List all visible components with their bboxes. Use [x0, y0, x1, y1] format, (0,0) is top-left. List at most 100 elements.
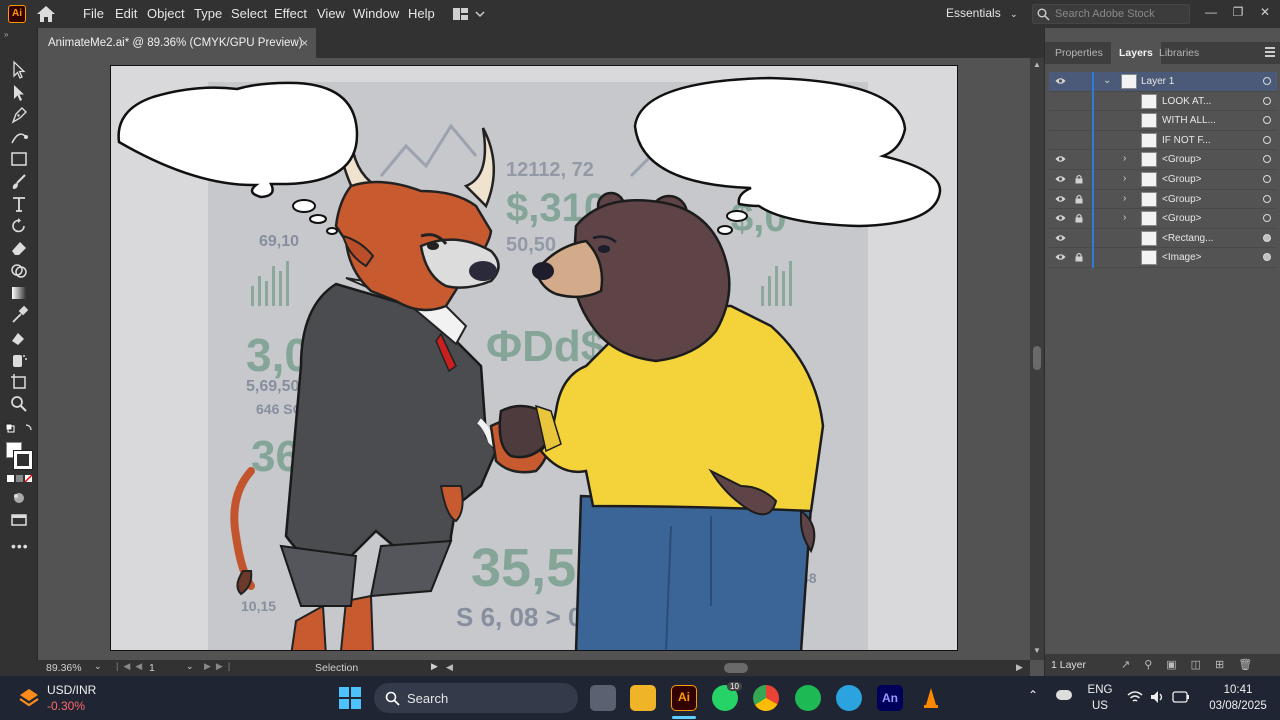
layer-row[interactable]: <Image> — [1049, 248, 1277, 268]
zoom-tool-icon[interactable] — [9, 394, 29, 414]
target-circle-icon[interactable] — [1263, 116, 1271, 125]
artboard-next-icons[interactable]: ▶▶| — [204, 661, 235, 672]
menu-file[interactable]: File — [83, 0, 104, 28]
pen-tool-icon[interactable] — [9, 105, 29, 125]
eraser-tool-icon[interactable] — [9, 238, 29, 258]
visibility-eye-icon[interactable] — [1055, 253, 1066, 261]
artwork[interactable]: 12112, 72 $,310 50,50 $,0 69,10 3,00 5,6… — [111, 66, 958, 651]
shape-builder-tool-icon[interactable] — [9, 261, 29, 281]
draw-mode-icon[interactable] — [9, 488, 29, 508]
gradient-tool-icon[interactable] — [9, 283, 29, 303]
menu-type[interactable]: Type — [194, 0, 222, 28]
document-tab[interactable]: AnimateMe2.ai* @ 89.36% (CMYK/GPU Previe… — [38, 28, 316, 58]
ticker-name[interactable]: USD/INR — [47, 683, 96, 697]
artboard-tool-icon[interactable] — [9, 372, 29, 392]
minimize-icon[interactable]: — — [1200, 3, 1222, 21]
visibility-eye-icon[interactable] — [1055, 155, 1066, 163]
live-paint-tool-icon[interactable] — [9, 327, 29, 347]
layer-name[interactable]: IF NOT F... — [1162, 131, 1211, 150]
lock-icon[interactable] — [1075, 194, 1083, 204]
target-circle-icon[interactable] — [1263, 77, 1271, 85]
restore-icon[interactable]: ❐ — [1227, 3, 1249, 21]
chevron-right-icon[interactable]: › — [1123, 153, 1133, 165]
target-circle-icon[interactable] — [1263, 175, 1271, 183]
telegram-icon[interactable] — [836, 685, 862, 711]
status-arrow-icon[interactable]: ▶ — [431, 661, 438, 672]
stock-search-input[interactable] — [1055, 7, 1185, 21]
target-circle-icon[interactable] — [1263, 214, 1271, 223]
layer-name[interactable]: <Rectang... — [1162, 229, 1213, 248]
menu-view[interactable]: View — [317, 0, 345, 28]
collapse-toolbar-icon[interactable]: » — [4, 30, 8, 39]
scroll-down-icon[interactable]: ▼ — [1033, 646, 1041, 655]
horizontal-scrollbar[interactable]: ◀ ▶ — [446, 662, 1023, 674]
menu-select[interactable]: Select — [231, 0, 267, 28]
default-swap-colors-icon[interactable] — [4, 420, 34, 440]
screen-mode-icon[interactable] — [9, 510, 29, 530]
visibility-eye-icon[interactable] — [1055, 175, 1066, 183]
scroll-up-icon[interactable]: ▲ — [1033, 60, 1041, 69]
artboard[interactable]: 12112, 72 $,310 50,50 $,0 69,10 3,00 5,6… — [110, 65, 958, 651]
target-circle-icon[interactable] — [1263, 194, 1271, 203]
layer-row[interactable]: <Rectang... — [1049, 228, 1277, 249]
layer-row[interactable]: WITH ALL... — [1049, 111, 1277, 131]
target-circle-icon[interactable] — [1263, 253, 1271, 262]
rotate-tool-icon[interactable] — [9, 216, 29, 236]
scroll-right-icon[interactable]: ▶ — [1016, 662, 1023, 673]
visibility-eye-icon[interactable] — [1055, 195, 1066, 203]
layer-row[interactable]: IF NOT F... — [1049, 130, 1277, 151]
vertical-scroll-thumb[interactable] — [1033, 346, 1041, 370]
lock-icon[interactable] — [1075, 252, 1083, 262]
layer-name[interactable]: <Group> — [1162, 170, 1201, 189]
layer-row-parent[interactable]: ⌄ Layer 1 — [1049, 72, 1277, 92]
target-circle-icon[interactable] — [1263, 155, 1271, 164]
chevron-right-icon[interactable]: › — [1123, 212, 1133, 224]
workspace-switcher[interactable]: Essentials ⌄ — [946, 0, 1018, 28]
layer-name[interactable]: <Group> — [1162, 190, 1201, 209]
layer-row[interactable]: › <Group> — [1049, 209, 1277, 229]
chrome-icon[interactable] — [753, 685, 779, 711]
target-circle-icon[interactable] — [1263, 135, 1271, 144]
more-tools-icon[interactable]: ••• — [11, 538, 29, 554]
file-explorer-icon[interactable] — [630, 685, 656, 711]
color-mode-icons[interactable] — [6, 473, 32, 485]
tray-chevron-up-icon[interactable]: ⌃ — [1028, 688, 1038, 702]
taskbar-search[interactable] — [374, 683, 578, 713]
tab-close-icon[interactable]: × — [301, 28, 308, 58]
layer-row[interactable]: › <Group> — [1049, 189, 1277, 210]
chevron-down-icon[interactable]: ⌄ — [1103, 75, 1113, 87]
artboard-number[interactable]: 1 — [149, 662, 155, 674]
layer-name[interactable]: LOOK AT... — [1162, 92, 1211, 111]
curvature-tool-icon[interactable] — [9, 127, 29, 147]
zoom-level[interactable]: 89.36% — [46, 662, 82, 674]
visibility-eye-icon[interactable] — [1055, 234, 1066, 242]
menu-edit[interactable]: Edit — [115, 0, 137, 28]
taskbar-search-input[interactable] — [407, 689, 557, 707]
onedrive-icon[interactable] — [1056, 690, 1072, 700]
artboard-nav-icons[interactable]: |◀◀ — [116, 661, 147, 672]
eyedropper-tool-icon[interactable] — [9, 305, 29, 325]
layer-row[interactable]: LOOK AT... — [1049, 91, 1277, 112]
paintbrush-tool-icon[interactable] — [9, 172, 29, 192]
panel-menu-icon[interactable] — [1265, 47, 1275, 57]
stroke-swatch[interactable] — [13, 450, 33, 470]
adobe-stock-search[interactable] — [1032, 4, 1190, 24]
direct-selection-tool-icon[interactable] — [9, 83, 29, 103]
menu-help[interactable]: Help — [408, 0, 435, 28]
vertical-scrollbar[interactable]: ▲ ▼ — [1030, 58, 1044, 660]
chevron-right-icon[interactable]: › — [1123, 173, 1133, 185]
layer-row[interactable]: › <Group> — [1049, 170, 1277, 190]
home-icon[interactable] — [36, 5, 56, 23]
battery-icon[interactable] — [1172, 691, 1190, 703]
layer-name[interactable]: <Image> — [1162, 248, 1201, 267]
symbol-sprayer-tool-icon[interactable] — [9, 350, 29, 370]
menu-effect[interactable]: Effect — [274, 0, 307, 28]
horizontal-scroll-thumb[interactable] — [724, 663, 748, 673]
spotify-icon[interactable] — [795, 685, 821, 711]
clock-time[interactable]: 10:41 — [1198, 684, 1278, 696]
windows-start-icon[interactable] — [339, 687, 361, 709]
clock-date[interactable]: 03/08/2025 — [1198, 700, 1278, 712]
task-view-icon[interactable] — [590, 685, 616, 711]
vlc-icon[interactable] — [918, 685, 944, 711]
tab-libraries[interactable]: Libraries — [1151, 42, 1207, 64]
